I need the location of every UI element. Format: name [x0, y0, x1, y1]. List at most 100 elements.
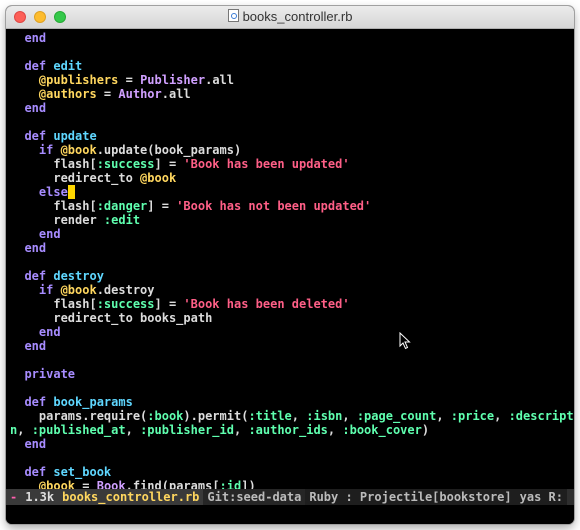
code-line[interactable]: flash[:success] = 'Book has been deleted… [10, 297, 350, 311]
code-token: 'Book has not been updated' [176, 199, 372, 213]
code-token: :isbn [306, 409, 343, 423]
buffer-name: books_controller.rb [58, 489, 204, 505]
code-line[interactable]: redirect_to books_path [10, 311, 212, 325]
code-line[interactable]: redirect_to @book [10, 171, 176, 185]
code-token: def [10, 269, 54, 283]
code-token: , [327, 423, 343, 437]
code-token: , [494, 409, 509, 423]
code-line[interactable]: def edit [10, 59, 82, 73]
ruby-document-icon [227, 9, 239, 22]
code-token: flash[ [10, 297, 97, 311]
code-line[interactable]: def book_params [10, 395, 133, 409]
code-token: ) [421, 423, 430, 437]
code-token: def [10, 129, 54, 143]
code-token: book_params [53, 395, 133, 409]
code-line[interactable]: n, :published_at, :publisher_id, :author… [10, 423, 429, 437]
window-title-area: books_controller.rb [6, 9, 574, 24]
code-token: edit [53, 59, 83, 73]
code-line[interactable]: def set_book [10, 465, 111, 479]
code-token: :page_count [356, 409, 437, 423]
code-line[interactable]: def update [10, 129, 97, 143]
code-line[interactable]: end [10, 339, 46, 353]
window-title: books_controller.rb [242, 9, 353, 24]
code-token: @book [60, 283, 97, 297]
code-line[interactable]: else [10, 185, 76, 199]
code-token: render [10, 213, 104, 227]
code-token: ).permit( [183, 409, 249, 423]
code-line[interactable]: private [10, 367, 75, 381]
code-line[interactable]: flash[:danger] = 'Book has not been upda… [10, 199, 371, 213]
code-token: if [10, 283, 61, 297]
major-mode[interactable]: Ruby : Projectile[bookstore] [305, 489, 516, 505]
code-token: , [342, 409, 357, 423]
code-token: :publisher_id [140, 423, 234, 437]
minibuffer[interactable] [6, 505, 574, 524]
code-line[interactable]: def destroy [10, 269, 104, 283]
code-token: , [291, 409, 307, 423]
code-token: flash[ [10, 199, 97, 213]
code-token: .all [205, 73, 234, 87]
code-token: end [10, 227, 61, 241]
code-token: flash[ [10, 157, 97, 171]
code-token: :success [96, 157, 155, 171]
code-line[interactable]: if @book.update(book_params) [10, 143, 241, 157]
code-token: :book [147, 409, 184, 423]
code-token: , [233, 423, 249, 437]
code-token: .destroy [96, 283, 155, 297]
code-token: ] = [147, 199, 177, 213]
code-token: .all [161, 87, 191, 101]
code-token: def [10, 395, 54, 409]
code-token: 'Book has been updated' [183, 157, 350, 171]
code-line[interactable]: @authors = Author.all [10, 87, 191, 101]
code-token: 'Book has been deleted' [183, 297, 350, 311]
code-line[interactable]: render :edit [10, 213, 140, 227]
mode-line-state: - [6, 489, 22, 505]
code-token: :edit [103, 213, 141, 227]
code-token: if [10, 143, 61, 157]
code-token: destroy [53, 269, 104, 283]
code-token: end [10, 31, 47, 45]
code-token: private [10, 367, 76, 381]
code-line[interactable]: params.require(:book).permit(:title, :is… [10, 409, 574, 423]
code-token: ] = [154, 297, 184, 311]
code-token: else [10, 185, 68, 199]
code-token: end [10, 437, 47, 451]
code-token: :danger [96, 199, 148, 213]
code-token: :author_ids [248, 423, 328, 437]
code-line[interactable]: end [10, 31, 46, 45]
code-token: , [17, 423, 32, 437]
code-token: @book [60, 143, 97, 157]
code-line[interactable]: end [10, 437, 46, 451]
code-line[interactable]: end [10, 101, 46, 115]
code-token: end [10, 101, 47, 115]
buffer-size: 1.3k [21, 489, 59, 505]
text-cursor [67, 185, 76, 199]
code-line[interactable]: end [10, 227, 61, 241]
code-token: , [436, 409, 451, 423]
code-token: = [118, 73, 141, 87]
code-line[interactable]: if @book.destroy [10, 283, 155, 297]
code-token: Author [118, 87, 162, 101]
git-branch[interactable]: Git:seed-data [203, 489, 306, 505]
code-token: :descriptio [508, 409, 574, 423]
editor-window: books_controller.rb end def edit @publis… [6, 6, 574, 524]
code-token: redirect_to books_path [10, 311, 213, 325]
code-token: @authors [10, 87, 97, 101]
mouse-pointer-icon [399, 332, 411, 350]
code-line[interactable]: flash[:success] = 'Book has been updated… [10, 157, 350, 171]
code-token: end [10, 325, 61, 339]
code-token: :published_at [31, 423, 126, 437]
code-token: end [10, 241, 47, 255]
code-token: , [125, 423, 141, 437]
code-token: set_book [53, 465, 112, 479]
code-token: @book [140, 171, 177, 185]
code-line[interactable]: end [10, 241, 46, 255]
code-line[interactable]: @publishers = Publisher.all [10, 73, 234, 87]
code-token: update [53, 129, 97, 143]
code-token: :success [96, 297, 155, 311]
mode-line: -1.3k books_controller.rb Git:seed-data Rub… [6, 489, 574, 505]
minor-modes[interactable]: yas R: [515, 489, 567, 505]
code-token: Publisher [140, 73, 206, 87]
code-line[interactable]: end [10, 325, 61, 339]
code-editor[interactable]: end def edit @publishers = Publisher.all… [6, 29, 574, 496]
